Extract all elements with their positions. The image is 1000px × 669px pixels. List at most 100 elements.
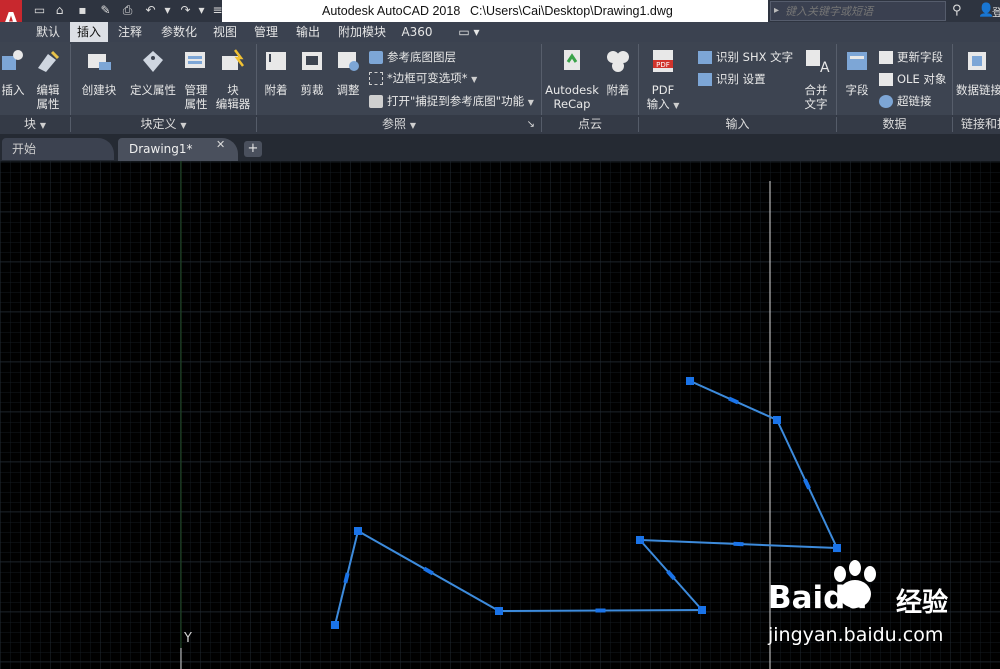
recognize-shx-text-button[interactable]: 识别 SHX 文字 bbox=[698, 48, 793, 66]
ribbon-display-toggle-icon[interactable]: ▭ ▾ bbox=[452, 22, 486, 42]
reference-attach-button[interactable]: 附着 bbox=[260, 48, 292, 97]
tag-icon bbox=[143, 51, 163, 72]
save-as-icon[interactable]: ✎ bbox=[98, 3, 113, 18]
print-icon[interactable]: ⎙ bbox=[120, 3, 135, 18]
panel-title-point-cloud[interactable]: 点云 bbox=[542, 115, 638, 134]
panel-title-block[interactable]: 块 ▼ bbox=[0, 115, 70, 134]
chevron-down-icon: ▼ bbox=[471, 75, 478, 84]
sign-in-label[interactable]: 登 bbox=[992, 4, 1000, 20]
app-title: Autodesk AutoCAD 2018 bbox=[322, 4, 461, 18]
tab-annotate[interactable]: 注释 bbox=[110, 22, 150, 42]
file-tabs-bar: 开始 Drawing1* ✕ + bbox=[0, 134, 1000, 161]
edit-attribute-button[interactable]: 编辑 属性 bbox=[28, 48, 68, 111]
tab-addins[interactable]: 附加模块 bbox=[331, 22, 393, 42]
vertex-grip[interactable] bbox=[698, 606, 706, 614]
window-title: Autodesk AutoCAD 2018 C:\Users\Cai\Deskt… bbox=[222, 0, 768, 22]
vertex-grip[interactable] bbox=[495, 607, 503, 615]
svg-text:PDF: PDF bbox=[656, 61, 670, 69]
data-link-button[interactable]: 数据链接 bbox=[956, 48, 1000, 97]
vertex-grip[interactable] bbox=[636, 536, 644, 544]
file-path: C:\Users\Cai\Desktop\Drawing1.dwg bbox=[470, 4, 673, 18]
manage-attributes-icon bbox=[185, 52, 205, 68]
chevron-down-icon: ▼ bbox=[527, 98, 534, 107]
redo-dropdown-icon[interactable]: ▾ bbox=[194, 3, 209, 18]
ole-object-button[interactable]: OLE 对象 bbox=[879, 70, 946, 88]
vertex-grip[interactable] bbox=[354, 527, 362, 535]
underlay-layers-button[interactable]: 参考底图图层 bbox=[369, 48, 456, 66]
baidu-watermark: Baidu 经验 jingyan.baidu.com bbox=[768, 560, 993, 660]
redo-icon[interactable]: ↷ bbox=[178, 3, 193, 18]
tab-start[interactable]: 开始 bbox=[2, 138, 114, 160]
update-fields-button[interactable]: 更新字段 bbox=[879, 48, 943, 66]
vertex-grip[interactable] bbox=[686, 377, 694, 385]
panel-title-linking[interactable]: 链接和提 bbox=[953, 115, 1000, 134]
clip-button[interactable]: 剪裁 bbox=[296, 48, 328, 97]
panel-title-import[interactable]: 输入 bbox=[639, 115, 836, 134]
search-expand-icon[interactable]: ▸ bbox=[774, 5, 779, 16]
hyperlink-globe-icon bbox=[879, 95, 893, 108]
clip-icon bbox=[302, 52, 322, 70]
autodesk-recap-button[interactable]: Autodesk ReCap bbox=[544, 48, 600, 111]
manage-attributes-button[interactable]: 管理 属性 bbox=[180, 48, 212, 111]
ucs-y-label: Y bbox=[183, 631, 192, 646]
recap-icon bbox=[564, 50, 580, 70]
layers-icon bbox=[369, 51, 383, 64]
tab-output[interactable]: 输出 bbox=[288, 22, 328, 42]
ole-object-icon bbox=[879, 73, 893, 86]
insert-block-icon bbox=[2, 50, 23, 70]
vertex-grip[interactable] bbox=[773, 416, 781, 424]
panel-title-data[interactable]: 数据 bbox=[837, 115, 952, 134]
title-bar: A ▭ ⌂ ▪ ✎ ⎙ ↶ ▾ ↷ ▾ ≡ Autodesk AutoCAD 2… bbox=[0, 0, 1000, 44]
tab-view[interactable]: 视图 bbox=[207, 22, 243, 42]
tab-insert[interactable]: 插入 bbox=[70, 22, 108, 42]
settings-icon bbox=[698, 73, 712, 86]
new-tab-button[interactable]: + bbox=[244, 141, 262, 157]
data-link-icon bbox=[968, 52, 986, 70]
block-editor-button[interactable]: 块 编辑器 bbox=[214, 48, 252, 111]
dialog-launcher-icon[interactable]: ↘ bbox=[527, 115, 535, 134]
svg-text:A: A bbox=[820, 60, 830, 74]
open-folder-icon[interactable]: ⌂ bbox=[52, 3, 67, 18]
vertex-grip[interactable] bbox=[331, 621, 339, 629]
tab-drawing1[interactable]: Drawing1* ✕ bbox=[118, 138, 238, 161]
chevron-down-icon: ▼ bbox=[673, 101, 680, 110]
undo-icon[interactable]: ↶ bbox=[143, 3, 158, 18]
combine-text-button[interactable]: A 合并 文字 bbox=[800, 48, 832, 111]
define-attribute-button[interactable]: 定义属性 bbox=[126, 48, 180, 97]
close-icon[interactable]: ✕ bbox=[216, 138, 225, 151]
adjust-icon bbox=[338, 52, 359, 71]
edit-attribute-icon bbox=[38, 50, 60, 72]
block-editor-icon bbox=[222, 49, 244, 70]
ribbon-panel-titles: 块 ▼ 块定义 ▼ 参照 ▼↘ 点云 输入 数据 链接和提 bbox=[0, 115, 1000, 134]
panel-title-block-definition[interactable]: 块定义 ▼ bbox=[71, 115, 256, 134]
adjust-button[interactable]: 调整 bbox=[332, 48, 364, 97]
pdf-import-button[interactable]: PDF PDF 输入 ▼ bbox=[644, 48, 682, 113]
hyperlink-button[interactable]: 超链接 bbox=[879, 92, 932, 110]
tab-default[interactable]: 默认 bbox=[28, 22, 68, 42]
chevron-down-icon: ▼ bbox=[39, 121, 46, 130]
insert-block-button[interactable]: 插入 bbox=[0, 48, 26, 97]
save-icon[interactable]: ▪ bbox=[75, 3, 90, 18]
new-file-icon[interactable]: ▭ bbox=[32, 3, 47, 18]
binoculars-search-icon[interactable]: ⚲ bbox=[952, 3, 962, 18]
update-fields-icon bbox=[879, 51, 893, 64]
tab-manage[interactable]: 管理 bbox=[246, 22, 286, 42]
tab-a360[interactable]: A360 bbox=[395, 22, 439, 42]
search-box[interactable]: ▸ bbox=[770, 1, 946, 21]
frame-variable-dropdown[interactable]: *边框可变选项* ▼ bbox=[369, 69, 477, 87]
vertex-grip[interactable] bbox=[833, 544, 841, 552]
undo-dropdown-icon[interactable]: ▾ bbox=[160, 3, 175, 18]
create-block-button[interactable]: 创建块 bbox=[76, 48, 122, 97]
point-cloud-attach-button[interactable]: 附着 bbox=[602, 48, 634, 97]
point-cloud-icon bbox=[607, 51, 629, 72]
midpoint-grip[interactable] bbox=[343, 572, 350, 584]
snap-to-underlay-dropdown[interactable]: 打开"捕捉到参考底图"功能 ▼ bbox=[369, 92, 534, 110]
panel-title-reference[interactable]: 参照 ▼ ↘ bbox=[257, 115, 541, 134]
search-input[interactable] bbox=[785, 4, 943, 18]
combine-text-icon: A bbox=[806, 50, 830, 76]
recognize-settings-button[interactable]: 识别 设置 bbox=[698, 70, 766, 88]
field-button[interactable]: 字段 bbox=[841, 48, 873, 97]
snap-underlay-icon bbox=[369, 95, 383, 108]
tab-parametric[interactable]: 参数化 bbox=[153, 22, 205, 42]
watermark-baidu-text: Baidu bbox=[768, 580, 868, 616]
